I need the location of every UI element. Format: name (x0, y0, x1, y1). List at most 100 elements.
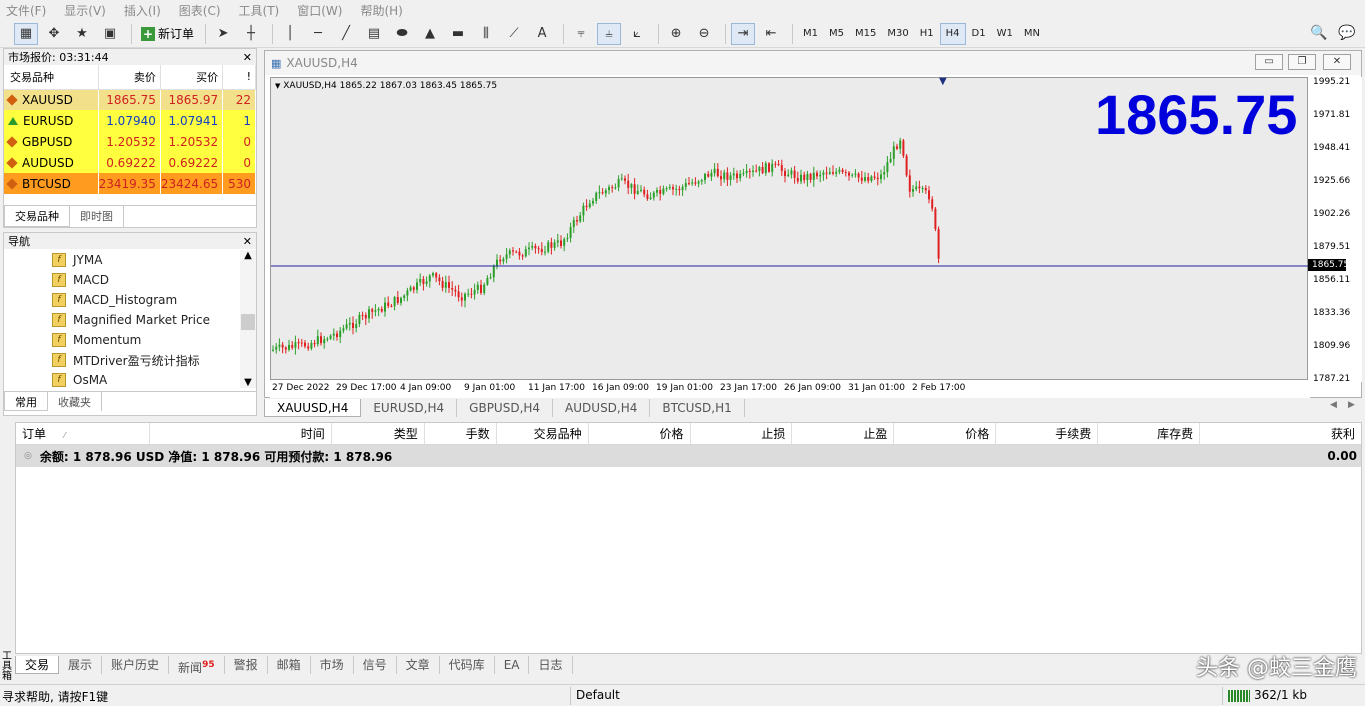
column-price[interactable]: 价格 (589, 423, 691, 444)
trendline-icon[interactable]: ╱ (334, 23, 358, 45)
new-order-button[interactable]: + 新订单 (137, 23, 198, 45)
navigator-scrollbar[interactable]: ▲ ▼ (240, 250, 256, 388)
close-icon[interactable]: ✕ (243, 51, 252, 64)
crosshair-icon[interactable]: ┼ (239, 23, 263, 45)
tab-symbols[interactable]: 交易品种 (4, 206, 70, 227)
new-chart-icon[interactable]: ▦ (14, 22, 38, 45)
tab-favorites[interactable]: 收藏夹 (48, 392, 102, 411)
chart-tab-gbpusd[interactable]: GBPUSD,H4 (457, 399, 554, 417)
tab-common[interactable]: 常用 (4, 392, 48, 411)
ellipse-icon[interactable]: ⬬ (390, 23, 414, 45)
market-row-eurusd[interactable]: EURUSD 1.07940 1.07941 1 (4, 110, 256, 131)
column-time[interactable]: 时间 (150, 423, 332, 444)
timeframe-mn[interactable]: MN (1019, 23, 1045, 45)
timeframe-m15[interactable]: M15 (850, 23, 881, 45)
column-stop-loss[interactable]: 止损 (691, 423, 793, 444)
column-header-spread[interactable]: ! (222, 65, 256, 90)
tab-alerts[interactable]: 警报 (225, 656, 268, 674)
market-row-gbpusd[interactable]: GBPUSD 1.20532 1.20532 0 (4, 131, 256, 152)
menu-view[interactable]: 显示(V) (64, 2, 106, 19)
navigator-item[interactable]: f JYMA (4, 250, 240, 270)
menu-insert[interactable]: 插入(I) (124, 2, 161, 19)
navigator-toggle-icon[interactable]: ▣ (98, 23, 122, 45)
navigator-item[interactable]: f OsMA (4, 370, 240, 388)
tab-market[interactable]: 市场 (311, 656, 354, 674)
navigator-item[interactable]: f Momentum (4, 330, 240, 350)
column-volume[interactable]: 手数 (425, 423, 497, 444)
line-chart-icon[interactable]: ⟀ (625, 23, 649, 45)
close-icon[interactable]: ✕ (243, 235, 252, 248)
navigator-item[interactable]: f MTDriver盈亏统计指标 (4, 350, 240, 370)
balance-row[interactable]: ◎ 余额: 1 878.96 USD 净值: 1 878.96 可用预付款: 1… (16, 445, 1361, 467)
scroll-up-icon[interactable]: ▲ (240, 250, 256, 261)
column-header-bid[interactable]: 卖价 (98, 65, 161, 90)
tab-ea[interactable]: EA (495, 656, 530, 674)
chart-tab-audusd[interactable]: AUDUSD,H4 (553, 399, 651, 417)
tab-trade[interactable]: 交易 (15, 656, 60, 674)
vertical-line-icon[interactable]: │ (278, 23, 302, 45)
autoscroll-icon[interactable]: ⇥ (731, 22, 756, 45)
tab-articles[interactable]: 文章 (397, 656, 440, 674)
column-swap[interactable]: 库存费 (1098, 423, 1201, 444)
crosshair-profiles-icon[interactable]: ✥ (42, 23, 66, 45)
chart-tab-btcusd[interactable]: BTCUSD,H1 (650, 399, 745, 417)
favorites-icon[interactable]: ★ (70, 23, 94, 45)
column-header-symbol[interactable]: 交易品种 (4, 65, 99, 90)
rectangle-icon[interactable]: ▬ (446, 23, 470, 45)
column-header-ask[interactable]: 买价 (160, 65, 224, 90)
timeframe-h1[interactable]: H1 (915, 23, 939, 45)
column-current-price[interactable]: 价格 (894, 423, 997, 444)
tab-mailbox[interactable]: 邮箱 (268, 656, 311, 674)
market-row-btcusd[interactable]: BTCUSD 23419.35 23424.65 530 (4, 173, 256, 194)
market-row-audusd[interactable]: AUDUSD 0.69222 0.69222 0 (4, 152, 256, 173)
column-symbol[interactable]: 交易品种 (497, 423, 589, 444)
timeframe-h4[interactable]: H4 (939, 22, 966, 45)
candlestick-icon[interactable]: ⫨ (597, 22, 622, 45)
maximize-button[interactable]: ❐ (1288, 54, 1316, 70)
menu-file[interactable]: 文件(F) (6, 2, 46, 19)
timeframe-m1[interactable]: M1 (798, 23, 823, 45)
tab-signals[interactable]: 信号 (354, 656, 397, 674)
tab-news[interactable]: 新闻95 (169, 656, 225, 675)
chart-tab-eurusd[interactable]: EURUSD,H4 (361, 399, 458, 417)
minimize-button[interactable]: ▭ (1255, 54, 1283, 70)
channel-icon[interactable]: ▤ (362, 23, 386, 45)
chart-tab-xauusd[interactable]: XAUUSD,H4 (264, 399, 362, 417)
timeframe-d1[interactable]: D1 (967, 23, 991, 45)
text-icon[interactable]: A (530, 23, 554, 45)
chart-shift-icon[interactable]: ⇤ (759, 23, 783, 45)
triangle-icon[interactable]: ▲ (418, 23, 442, 45)
bar-chart-icon[interactable]: ⫧ (569, 23, 593, 45)
column-commission[interactable]: 手续费 (996, 423, 1099, 444)
menu-window[interactable]: 窗口(W) (297, 2, 342, 19)
menu-charts[interactable]: 图表(C) (179, 2, 221, 19)
market-row-xauusd[interactable]: XAUUSD 1865.75 1865.97 22 (4, 89, 256, 110)
tab-journal[interactable]: 日志 (529, 656, 573, 674)
zoom-out-icon[interactable]: ⊖ (692, 23, 716, 45)
fibonacci-icon[interactable]: ⫼ (474, 23, 498, 45)
timeframe-w1[interactable]: W1 (992, 23, 1018, 45)
search-icon[interactable]: 🔍 (1310, 25, 1327, 41)
tab-tick-chart[interactable]: 即时图 (70, 206, 124, 227)
shift-marker-icon[interactable]: ▼ (939, 76, 947, 87)
tab-account-history[interactable]: 账户历史 (102, 656, 170, 674)
horizontal-line-icon[interactable]: ─ (306, 23, 330, 45)
navigator-item[interactable]: f MACD_Histogram (4, 290, 240, 310)
navigator-item[interactable]: f MACD (4, 270, 240, 290)
close-button[interactable]: ✕ (1323, 54, 1351, 70)
navigator-item[interactable]: f Magnified Market Price (4, 310, 240, 330)
tab-scroll-left-icon[interactable]: ◀ (1330, 400, 1337, 410)
tab-exposure[interactable]: 展示 (59, 656, 103, 674)
timeframe-m30[interactable]: M30 (882, 23, 913, 45)
timeframe-m5[interactable]: M5 (824, 23, 849, 45)
column-order[interactable]: 订单 ⁄ (16, 423, 150, 444)
menu-tools[interactable]: 工具(T) (239, 2, 280, 19)
gann-icon[interactable]: ⟋ (502, 23, 526, 45)
cursor-icon[interactable]: ➤ (211, 23, 235, 45)
zoom-in-icon[interactable]: ⊕ (664, 23, 688, 45)
tab-scroll-right-icon[interactable]: ▶ (1348, 400, 1355, 410)
tab-code-base[interactable]: 代码库 (440, 656, 495, 674)
scroll-down-icon[interactable]: ▼ (240, 377, 256, 388)
scrollbar-thumb[interactable] (241, 314, 255, 330)
column-profit[interactable]: 获利 (1200, 423, 1361, 444)
